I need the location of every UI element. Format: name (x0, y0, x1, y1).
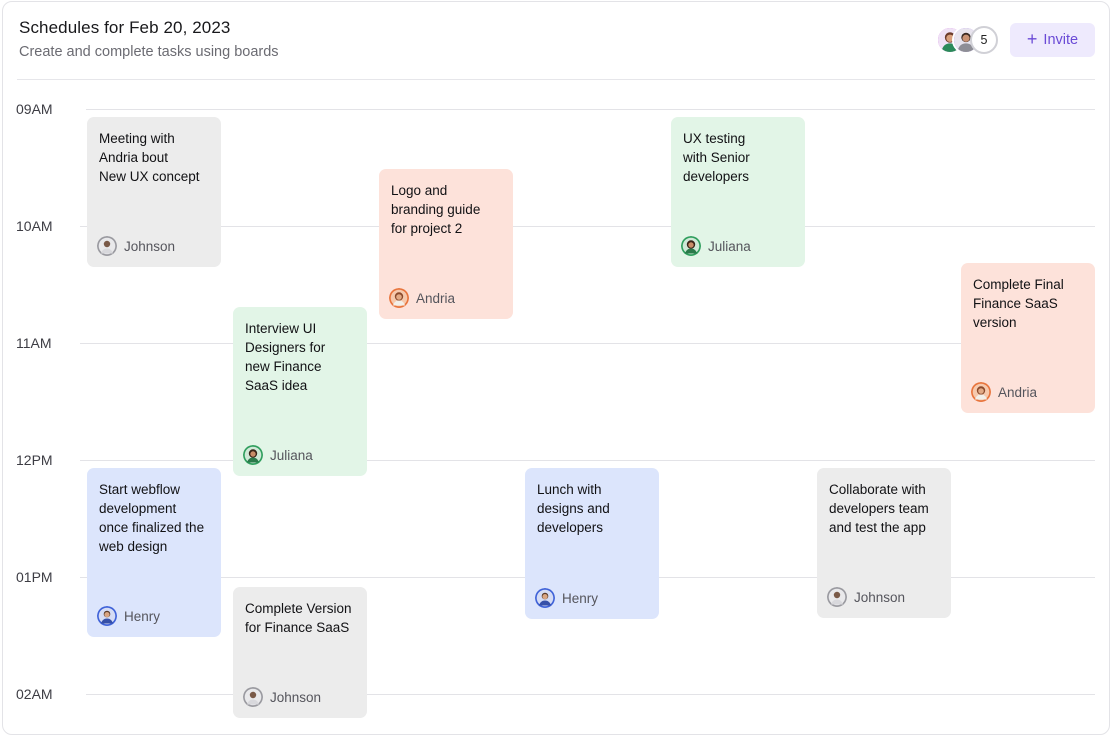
task-card[interactable]: Start webflow development once finalized… (87, 468, 221, 637)
member-avatars[interactable]: 5 (936, 26, 1006, 54)
page-subtitle: Create and complete tasks using boards (19, 44, 279, 60)
task-card[interactable]: Lunch with designs and developers Henry (525, 468, 659, 619)
avatar (827, 587, 847, 607)
time-label: 10AM (16, 218, 53, 234)
assignee-name: Johnson (270, 689, 322, 705)
assignee-name: Johnson (854, 589, 906, 605)
task-card[interactable]: Collaborate with developers team and tes… (817, 468, 951, 618)
time-label: 01PM (16, 569, 53, 585)
task-card[interactable]: UX testing with Senior developers Julian… (671, 117, 805, 267)
task-title: Collaborate with developers team and tes… (829, 482, 929, 535)
member-count-badge[interactable]: 5 (970, 26, 998, 54)
task-assignee: Johnson (827, 587, 905, 607)
assignee-name: Andria (998, 384, 1038, 400)
avatar (681, 236, 701, 256)
assignee-name: Johnson (124, 238, 176, 254)
task-title: Interview UI Designers for new Finance S… (245, 321, 326, 393)
task-assignee: Juliana (243, 445, 313, 465)
grid-line (86, 109, 1095, 110)
task-card[interactable]: Interview UI Designers for new Finance S… (233, 307, 367, 476)
invite-label: Invite (1043, 32, 1079, 48)
plus-icon: + (1026, 29, 1038, 49)
task-title: UX testing with Senior developers (683, 131, 750, 184)
task-assignee: Henry (97, 606, 160, 626)
avatar (243, 445, 263, 465)
task-assignee: Juliana (681, 236, 751, 256)
assignee-name: Henry (562, 590, 599, 606)
time-label: 11AM (16, 335, 52, 351)
task-assignee: Andria (971, 382, 1037, 402)
assignee-name: Juliana (270, 447, 313, 463)
task-title: Complete Version for Finance SaaS (245, 601, 352, 635)
avatar (97, 606, 117, 626)
avatar (243, 687, 263, 707)
time-label: 02AM (16, 686, 53, 702)
assignee-name: Andria (416, 290, 456, 306)
avatar (97, 236, 117, 256)
assignee-name: Juliana (708, 238, 751, 254)
task-title: Start webflow development once finalized… (99, 482, 205, 554)
time-label: 09AM (16, 101, 53, 117)
page-title: Schedules for Feb 20, 2023 (19, 18, 231, 37)
task-assignee: Andria (389, 288, 455, 308)
task-title: Logo and branding guide for project 2 (391, 183, 481, 236)
task-title: Meeting with Andria bout New UX concept (99, 131, 200, 184)
avatar (971, 382, 991, 402)
task-title: Lunch with designs and developers (537, 482, 610, 535)
time-label: 12PM (16, 452, 53, 468)
invite-button[interactable]: + Invite (1010, 23, 1095, 57)
task-card[interactable]: Meeting with Andria bout New UX concept … (87, 117, 221, 267)
grid-line (80, 226, 1095, 227)
task-card[interactable]: Complete Version for Finance SaaS Johnso… (233, 587, 367, 718)
task-assignee: Henry (535, 588, 598, 608)
task-title: Complete Final Finance SaaS version (973, 277, 1064, 330)
header-divider (17, 79, 1095, 80)
assignee-name: Henry (124, 608, 161, 624)
task-assignee: Johnson (243, 687, 321, 707)
task-card[interactable]: Complete Final Finance SaaS version Andr… (961, 263, 1095, 413)
avatar (535, 588, 555, 608)
avatar (389, 288, 409, 308)
task-card[interactable]: Logo and branding guide for project 2 An… (379, 169, 513, 319)
task-assignee: Johnson (97, 236, 175, 256)
